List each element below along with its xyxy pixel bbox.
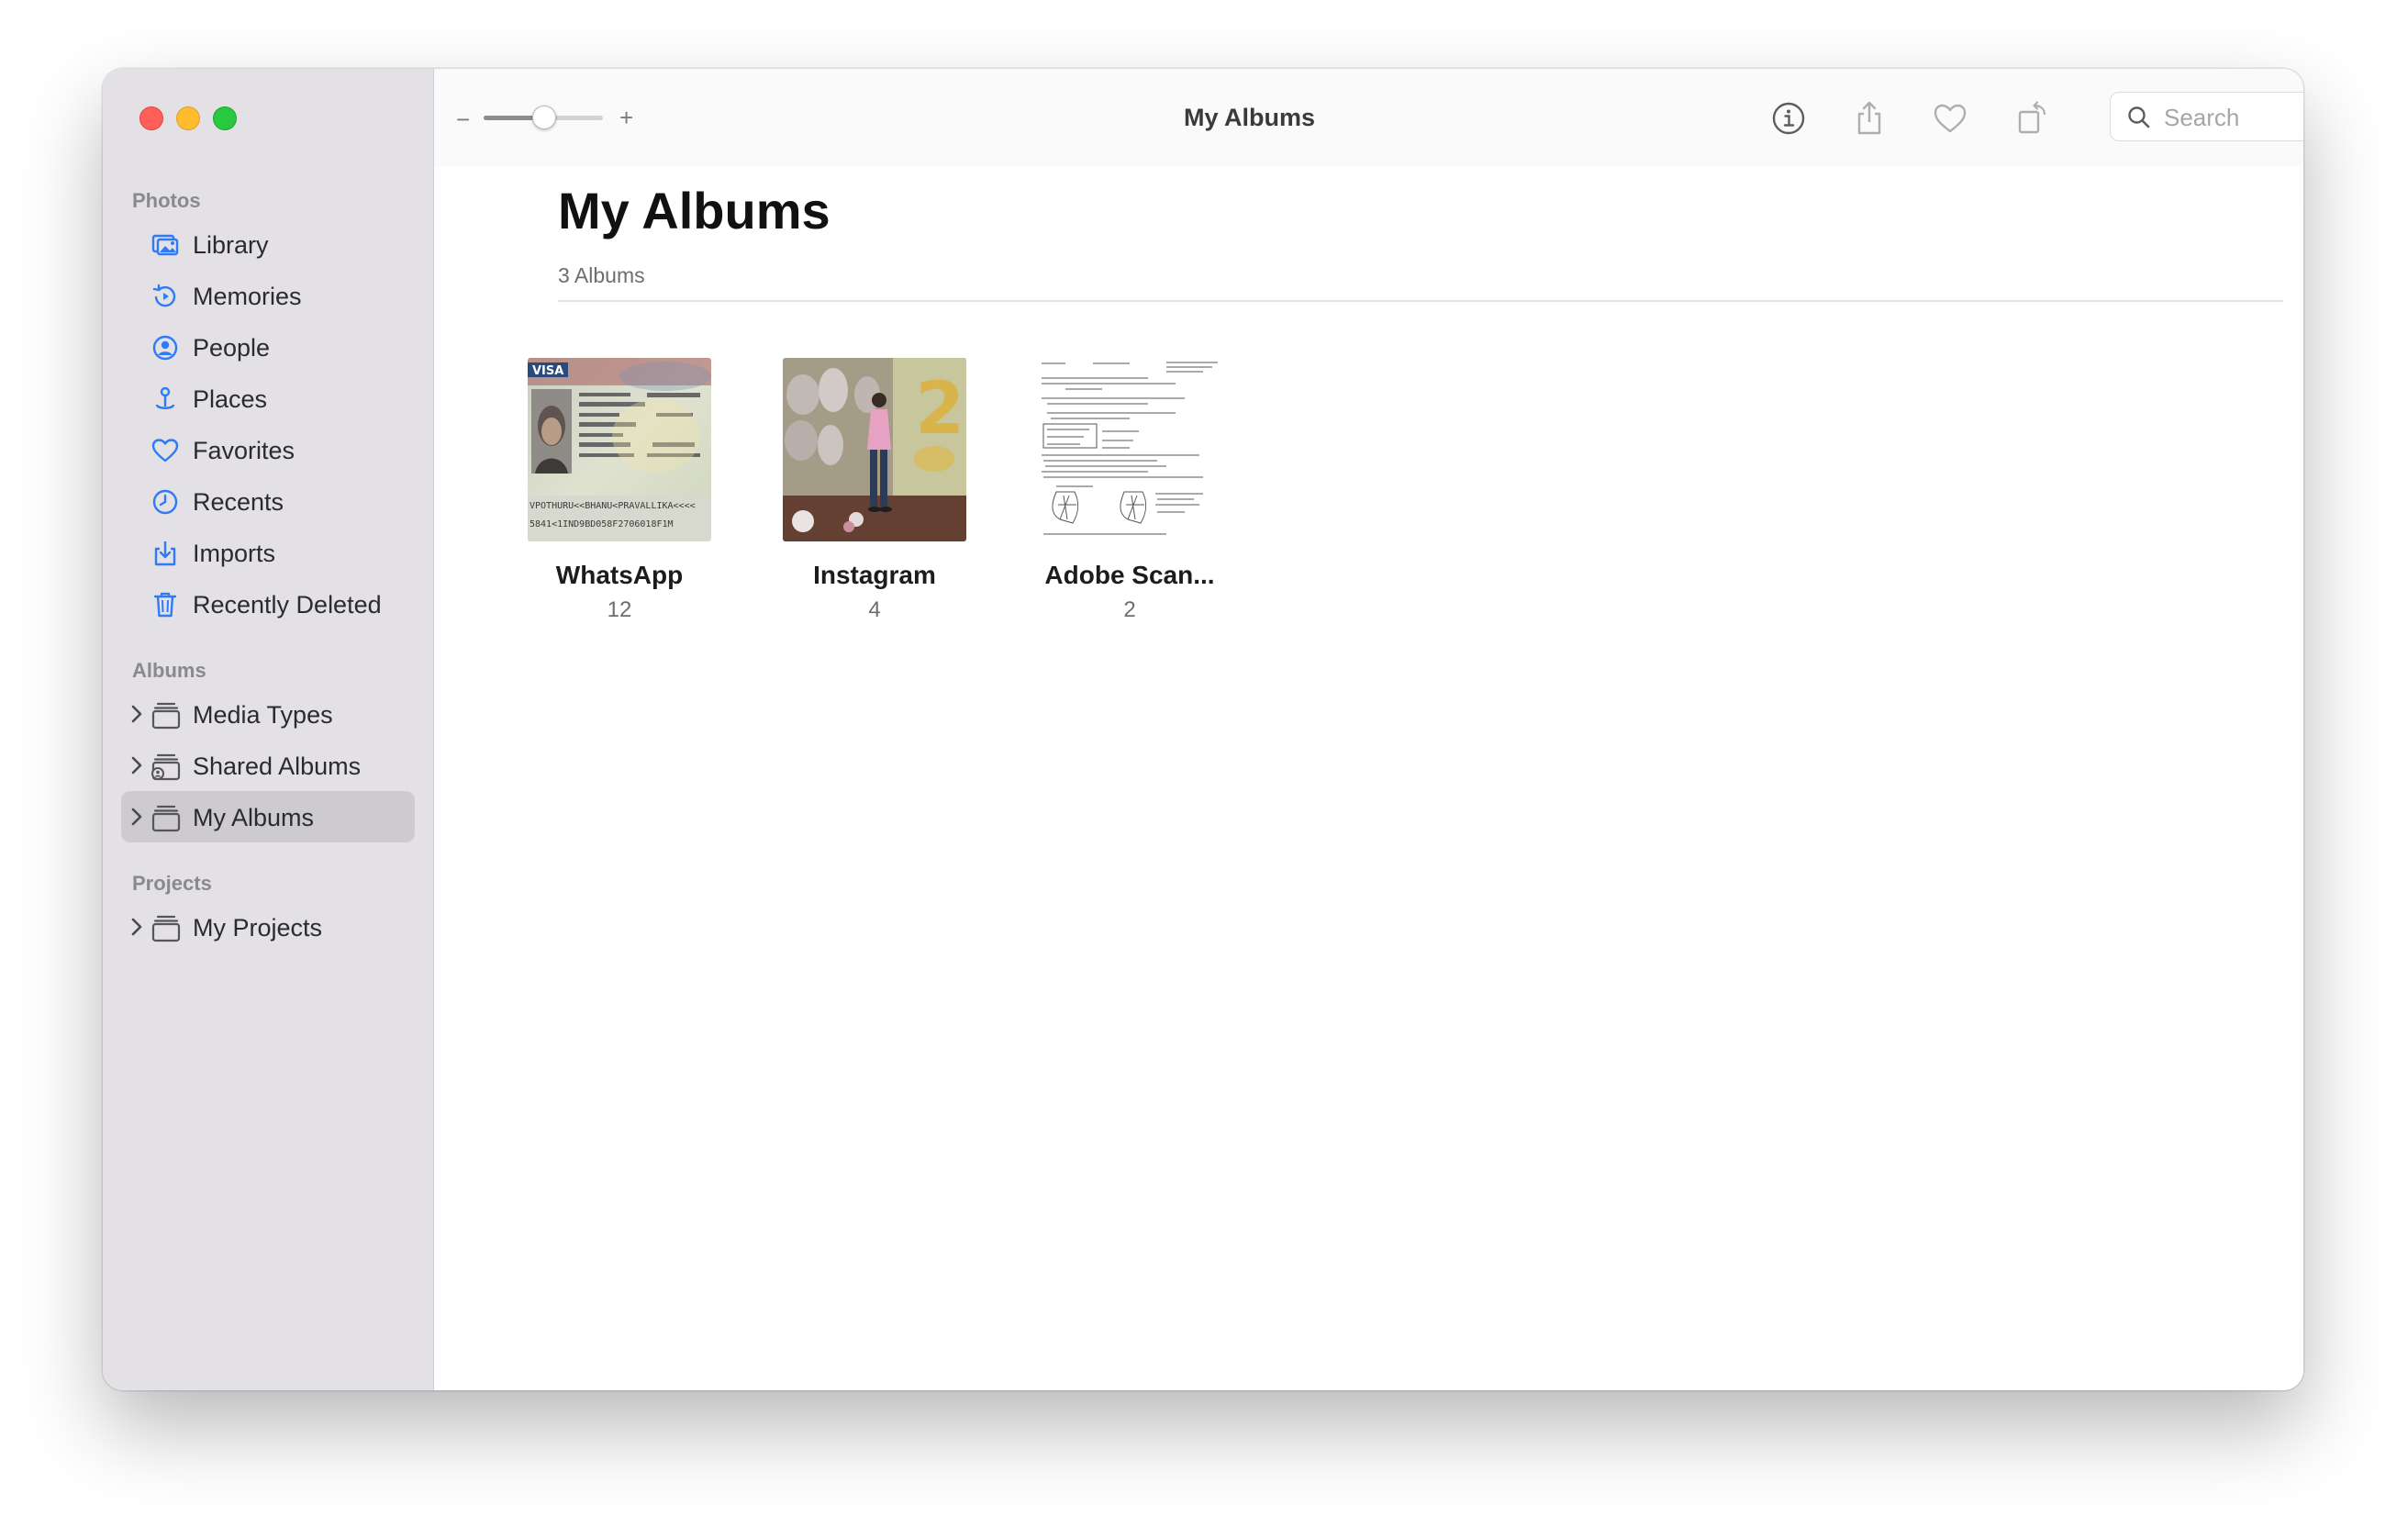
album-tile-instagram[interactable]: 24 Instagram 4 xyxy=(774,358,1015,623)
sidebar-item-media-types[interactable]: Media Types xyxy=(121,688,415,740)
album-count: 3 Albums xyxy=(558,263,645,287)
people-icon xyxy=(152,335,178,361)
album-thumbnail[interactable]: VISA VPOTHURU<<BHANU<PRAVALLIKA<<<< 5841… xyxy=(528,358,711,541)
album-tile-adobe-scan[interactable]: Adobe Scan... 2 xyxy=(1029,358,1231,623)
rotate-icon[interactable] xyxy=(2014,100,2051,137)
sidebar-item-imports[interactable]: Imports xyxy=(121,527,415,578)
album-stack-icon xyxy=(151,915,181,942)
sidebar-item-label: Recents xyxy=(193,488,284,516)
close-window-button[interactable] xyxy=(139,106,163,130)
sidebar-item-label: Recently Deleted xyxy=(193,591,382,619)
clock-icon xyxy=(152,489,178,515)
share-icon[interactable] xyxy=(1851,100,1888,137)
sidebar-item-people[interactable]: People xyxy=(121,321,415,373)
library-icon xyxy=(151,234,179,256)
info-icon[interactable] xyxy=(1770,100,1807,137)
sidebar-section-header-photos: Photos xyxy=(132,189,201,212)
sidebar-item-my-albums[interactable]: My Albums xyxy=(121,791,415,842)
svg-text:VPOTHURU<<BHANU<PRAVALLIKA<<<<: VPOTHURU<<BHANU<PRAVALLIKA<<<< xyxy=(530,501,696,511)
sidebar-item-library[interactable]: Library xyxy=(121,218,415,270)
zoom-slider[interactable] xyxy=(484,106,603,129)
chevron-right-icon[interactable] xyxy=(130,704,143,724)
memories-icon xyxy=(152,284,176,307)
sidebar-section-header-projects: Projects xyxy=(132,872,212,895)
album-item-count: 2 xyxy=(1123,597,1136,622)
sidebar-item-memories[interactable]: Memories xyxy=(121,270,415,321)
trash-icon xyxy=(153,592,177,618)
sidebar-item-label: Places xyxy=(193,385,268,413)
import-icon xyxy=(154,541,176,566)
album-name: WhatsApp xyxy=(555,561,684,589)
sidebar-item-label: Media Types xyxy=(193,701,333,729)
zoom-window-button[interactable] xyxy=(213,106,237,130)
minimize-window-button[interactable] xyxy=(176,106,200,130)
sidebar-item-label: Imports xyxy=(193,540,276,567)
photos-window: Photos Library Memories People Places Fa… xyxy=(103,69,2303,1390)
places-icon xyxy=(155,386,175,409)
sidebar-item-recents[interactable]: Recents xyxy=(121,475,415,527)
svg-text:VISA: VISA xyxy=(532,364,563,378)
album-thumbnail[interactable] xyxy=(1038,358,1221,541)
svg-text:24: 24 xyxy=(915,368,966,451)
sidebar-item-label: My Albums xyxy=(193,804,315,831)
heart-icon xyxy=(151,439,179,463)
album-item-count: 12 xyxy=(607,597,632,622)
shared-album-icon xyxy=(151,753,181,781)
album-tile-whatsapp[interactable]: VISA VPOTHURU<<BHANU<PRAVALLIKA<<<< 5841… xyxy=(518,358,720,623)
chevron-right-icon[interactable] xyxy=(130,755,143,775)
sidebar-item-recently-deleted[interactable]: Recently Deleted xyxy=(121,578,415,630)
sidebar-item-label: Favorites xyxy=(193,437,295,464)
sidebar-item-my-projects[interactable]: My Projects xyxy=(121,901,415,953)
sidebar-item-label: Library xyxy=(193,231,269,259)
album-stack-icon xyxy=(151,702,181,730)
svg-text:5841<1IND9BD058F2706018F1M: 5841<1IND9BD058F2706018F1M xyxy=(530,519,674,529)
search-input[interactable] xyxy=(2162,100,2303,135)
chevron-right-icon[interactable] xyxy=(130,917,143,937)
main-content: − + My Albums Search My Albums 3 Albums … xyxy=(434,69,2303,1390)
album-name: Instagram xyxy=(813,561,936,589)
toolbar: − + My Albums xyxy=(434,69,2303,166)
sidebar-item-label: People xyxy=(193,334,271,362)
zoom-out-button[interactable]: − xyxy=(456,106,470,134)
heart-icon[interactable] xyxy=(1932,100,1968,137)
sidebar-item-shared-albums[interactable]: Shared Albums xyxy=(121,740,415,791)
sidebar-item-places[interactable]: Places xyxy=(121,373,415,424)
album-name: Adobe Scan... xyxy=(1044,561,1215,589)
sidebar-section-header-albums: Albums xyxy=(132,659,206,682)
search-icon xyxy=(2128,106,2150,128)
zoom-slider-knob[interactable] xyxy=(532,106,556,129)
zoom-in-button[interactable]: + xyxy=(619,104,633,132)
search-field[interactable] xyxy=(2110,92,2303,141)
album-thumbnail[interactable]: 24 xyxy=(783,358,1015,541)
sidebar-item-label: Memories xyxy=(193,283,302,310)
header-divider xyxy=(558,300,2283,302)
sidebar-item-label: Shared Albums xyxy=(193,752,362,780)
album-stack-icon xyxy=(151,805,181,832)
sidebar: Photos Library Memories People Places Fa… xyxy=(103,69,434,1390)
chevron-right-icon[interactable] xyxy=(130,807,143,827)
page-title: My Albums xyxy=(558,182,831,240)
album-item-count: 4 xyxy=(868,597,881,622)
sidebar-item-label: My Projects xyxy=(193,914,323,942)
window-title: My Albums xyxy=(1183,104,1315,131)
sidebar-item-favorites[interactable]: Favorites xyxy=(121,424,415,475)
